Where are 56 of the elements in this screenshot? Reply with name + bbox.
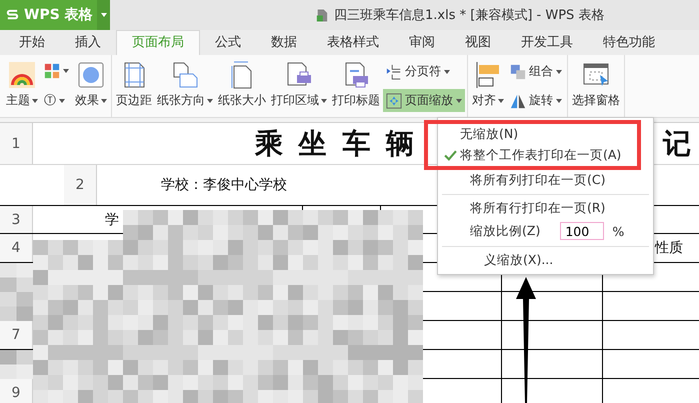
- row-number: 1: [12, 136, 20, 152]
- ribbon-tab[interactable]: 插入: [60, 31, 116, 55]
- ribbon-button[interactable]: 分页符: [383, 60, 465, 83]
- row-number: 7: [12, 327, 20, 343]
- ribbon-button[interactable]: Ⓣ: [41, 89, 72, 112]
- page-break-icon: [386, 64, 402, 80]
- menu-item[interactable]: 将整个工作表打印在一页(A): [442, 145, 637, 166]
- ribbon-tab[interactable]: 数据: [256, 31, 312, 55]
- ribbon-tab[interactable]: 公式: [200, 31, 256, 55]
- ribbon-button[interactable]: 纸张大小: [216, 58, 268, 114]
- menu-item[interactable]: 义缩放(X)...: [438, 250, 653, 271]
- ribbon-button[interactable]: 纸张方向: [155, 58, 215, 114]
- ribbon-tab[interactable]: 视图: [450, 31, 506, 55]
- row-number: 9: [12, 385, 20, 401]
- sheet-title: 乘 坐 车 辆: [255, 126, 418, 162]
- page-zoom-icon: [386, 92, 402, 108]
- color-grid-icon: [44, 63, 60, 79]
- ribbon-button[interactable]: 对齐: [470, 58, 506, 114]
- ribbon-button[interactable]: 页面缩放: [383, 89, 465, 112]
- ribbon-button[interactable]: 打印区域: [269, 58, 329, 114]
- app-name: WPS 表格: [24, 6, 93, 24]
- rainbow-icon: [8, 61, 36, 89]
- ribbon-tab[interactable]: 开发工具: [506, 31, 588, 55]
- window-title: 四三班乘车信息1.xls * [兼容模式] - WPS 表格: [334, 7, 604, 24]
- spreadsheet-file-icon: [316, 8, 328, 22]
- ribbon-button[interactable]: 组合: [507, 60, 565, 83]
- align-icon: [474, 61, 502, 89]
- logo-icon: [6, 8, 19, 22]
- menu-item[interactable]: 无缩放(N): [442, 124, 637, 145]
- table-cell: 性质: [655, 239, 683, 257]
- rotate-icon: [510, 92, 526, 108]
- row-number: 3: [12, 212, 20, 228]
- ribbon-button[interactable]: 选择窗格: [570, 58, 622, 114]
- ribbon-button[interactable]: 页边距: [114, 58, 154, 114]
- ribbon-button[interactable]: 效果: [73, 58, 109, 114]
- scale-input[interactable]: 100: [560, 222, 604, 240]
- table-cell: 学校：李俊中心学校: [161, 176, 287, 194]
- row-number: 4: [12, 240, 20, 256]
- ribbon-button[interactable]: 打印标题: [330, 58, 382, 114]
- ribbon-tab[interactable]: 特色功能: [588, 31, 670, 55]
- page-orientation-icon: [171, 61, 199, 89]
- ribbon-tab[interactable]: 表格样式: [312, 31, 394, 55]
- caret-icon: [100, 13, 106, 17]
- table-cell: 学: [105, 210, 119, 228]
- ribbon-tab[interactable]: 审阅: [394, 31, 450, 55]
- unit-label: %: [612, 224, 624, 238]
- menu-item[interactable]: 将所有行打印在一页(R): [438, 198, 653, 219]
- ribbon-tab[interactable]: 开始: [4, 31, 60, 55]
- menu-label: 缩放比例(Z): [470, 222, 540, 240]
- ribbon-button[interactable]: 旋转: [507, 89, 565, 112]
- ribbon-button[interactable]: 主题: [4, 58, 40, 114]
- app-dropdown-button[interactable]: [97, 0, 110, 30]
- row-number: 2: [76, 177, 84, 193]
- sheet-title: 记: [663, 126, 694, 162]
- menu-item[interactable]: 将所有列打印在一页(C): [438, 170, 653, 191]
- group-icon: [510, 64, 526, 80]
